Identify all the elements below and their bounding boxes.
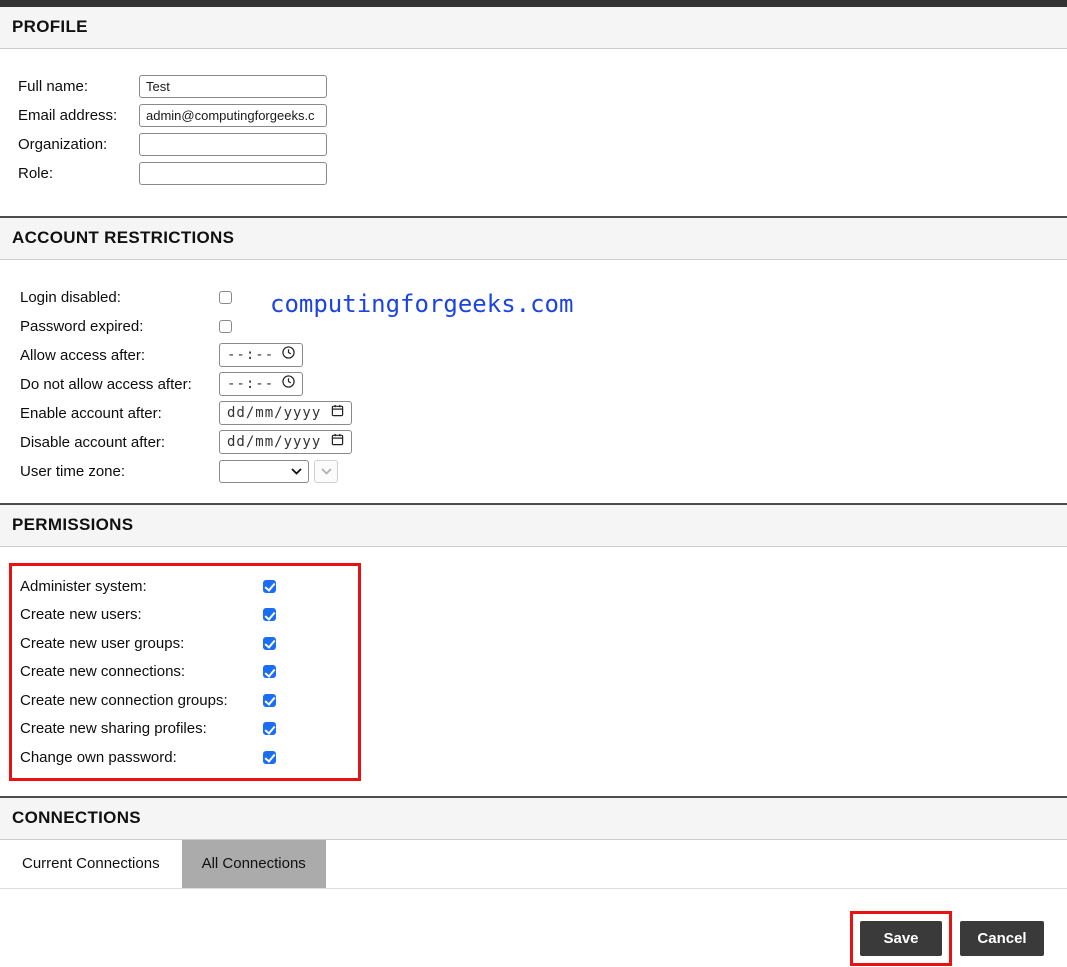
disable-account-after-row: Disable account after: dd/mm/yyyy [20, 430, 1067, 454]
no-access-after-label: Do not allow access after: [20, 376, 219, 393]
profile-form: Full name: Email address: Organization: … [0, 49, 1067, 216]
account-restrictions-form: Login disabled: Password expired: Allow … [0, 260, 1067, 503]
administer-system-checkbox[interactable] [263, 580, 276, 593]
organization-input[interactable] [139, 133, 327, 156]
enable-account-after-date-input[interactable]: dd/mm/yyyy [219, 401, 352, 425]
account-restrictions-section-header: ACCOUNT RESTRICTIONS [0, 216, 1067, 260]
create-new-user-groups-label: Create new user groups: [20, 635, 263, 652]
password-expired-checkbox[interactable] [219, 320, 232, 333]
create-new-connection-groups-row: Create new connection groups: [20, 688, 1067, 712]
save-button[interactable]: Save [860, 921, 942, 956]
login-disabled-row: Login disabled: [20, 285, 1067, 309]
permissions-section-header: PERMISSIONS [0, 503, 1067, 547]
no-access-after-time-input[interactable]: --:-- [219, 372, 303, 396]
role-row: Role: [18, 162, 1067, 185]
calendar-icon[interactable] [331, 433, 344, 451]
allow-access-after-time-input[interactable]: --:-- [219, 343, 303, 367]
tab-current-connections[interactable]: Current Connections [0, 840, 182, 888]
password-expired-label: Password expired: [20, 318, 219, 335]
organization-row: Organization: [18, 133, 1067, 156]
cancel-button[interactable]: Cancel [960, 921, 1044, 956]
save-annotation-box: Save [850, 911, 952, 966]
create-new-connections-label: Create new connections: [20, 663, 263, 680]
create-new-users-row: Create new users: [20, 603, 1067, 627]
create-new-sharing-profiles-label: Create new sharing profiles: [20, 720, 263, 737]
action-buttons: Save Cancel [0, 911, 1067, 966]
top-bar [0, 0, 1067, 7]
no-access-after-row: Do not allow access after: --:-- [20, 372, 1067, 396]
create-new-sharing-profiles-checkbox[interactable] [263, 722, 276, 735]
enable-account-after-row: Enable account after: dd/mm/yyyy [20, 401, 1067, 425]
create-new-user-groups-row: Create new user groups: [20, 631, 1067, 655]
full-name-row: Full name: [18, 75, 1067, 98]
time-zone-secondary-dropdown[interactable] [314, 460, 338, 483]
create-new-user-groups-checkbox[interactable] [263, 637, 276, 650]
change-own-password-checkbox[interactable] [263, 751, 276, 764]
clock-icon[interactable] [282, 346, 295, 364]
date-placeholder: dd/mm/yyyy [227, 434, 321, 450]
connections-section-header: CONNECTIONS [0, 796, 1067, 840]
chevron-down-icon [291, 462, 302, 480]
create-new-connection-groups-label: Create new connection groups: [20, 692, 263, 709]
login-disabled-checkbox[interactable] [219, 291, 232, 304]
email-row: Email address: [18, 104, 1067, 127]
change-own-password-label: Change own password: [20, 749, 263, 766]
connections-tab-bar: Current Connections All Connections [0, 840, 1067, 889]
login-disabled-label: Login disabled: [20, 289, 219, 306]
permissions-title: PERMISSIONS [12, 515, 1055, 535]
clock-icon[interactable] [282, 375, 295, 393]
chevron-down-icon [321, 462, 332, 480]
create-new-sharing-profiles-row: Create new sharing profiles: [20, 717, 1067, 741]
change-own-password-row: Change own password: [20, 745, 1067, 769]
time-placeholder: --:-- [227, 376, 274, 392]
administer-system-label: Administer system: [20, 578, 263, 595]
role-label: Role: [18, 165, 139, 182]
user-time-zone-label: User time zone: [20, 463, 219, 480]
time-placeholder: --:-- [227, 347, 274, 363]
connections-title: CONNECTIONS [12, 808, 1055, 828]
permissions-form: Administer system: Create new users: Cre… [0, 547, 1067, 796]
account-restrictions-title: ACCOUNT RESTRICTIONS [12, 228, 1055, 248]
time-zone-select[interactable] [219, 460, 309, 483]
full-name-label: Full name: [18, 78, 139, 95]
allow-access-after-label: Allow access after: [20, 347, 219, 364]
date-placeholder: dd/mm/yyyy [227, 405, 321, 421]
organization-label: Organization: [18, 136, 139, 153]
profile-section-header: PROFILE [0, 7, 1067, 49]
create-new-connections-checkbox[interactable] [263, 665, 276, 678]
create-new-users-checkbox[interactable] [263, 608, 276, 621]
password-expired-row: Password expired: [20, 314, 1067, 338]
enable-account-after-label: Enable account after: [20, 405, 219, 422]
email-label: Email address: [18, 107, 139, 124]
profile-title: PROFILE [12, 17, 1055, 37]
role-input[interactable] [139, 162, 327, 185]
create-new-connection-groups-checkbox[interactable] [263, 694, 276, 707]
full-name-input[interactable] [139, 75, 327, 98]
disable-account-after-label: Disable account after: [20, 434, 219, 451]
disable-account-after-date-input[interactable]: dd/mm/yyyy [219, 430, 352, 454]
tab-all-connections[interactable]: All Connections [182, 840, 326, 888]
create-new-users-label: Create new users: [20, 606, 263, 623]
create-new-connections-row: Create new connections: [20, 660, 1067, 684]
user-time-zone-row: User time zone: [20, 459, 1067, 483]
calendar-icon[interactable] [331, 404, 344, 422]
administer-system-row: Administer system: [20, 574, 1067, 598]
email-field[interactable] [139, 104, 327, 127]
allow-access-after-row: Allow access after: --:-- [20, 343, 1067, 367]
